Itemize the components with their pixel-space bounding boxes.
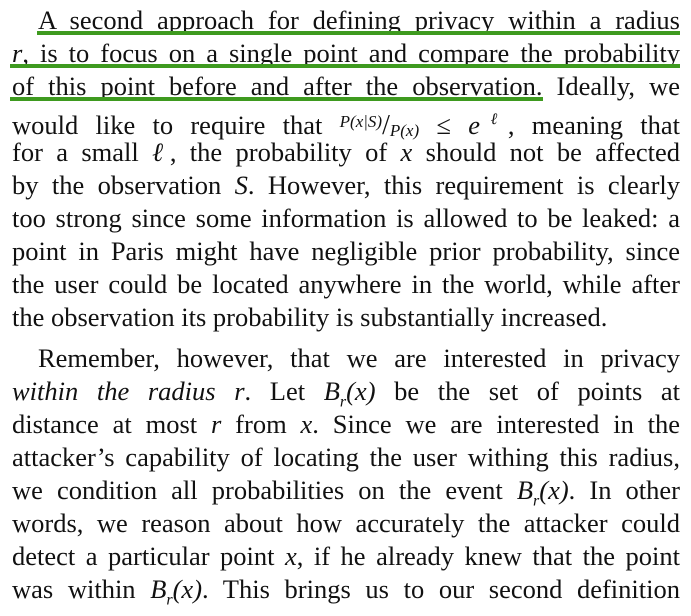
text-span: Remember, however, that we are intereste… xyxy=(38,343,680,373)
text-span: for a small xyxy=(12,137,139,167)
text-span: . Since we are interested in the xyxy=(312,409,681,439)
text-span: point in Paris might have negligible pri… xyxy=(12,236,680,266)
math-var: S xyxy=(234,170,248,200)
paragraph-2: Remember, however, that we are intereste… xyxy=(12,342,681,608)
text-span: . In other xyxy=(568,475,680,505)
text-span: detect a particular point xyxy=(12,541,275,571)
math-sup: ℓ xyxy=(479,111,508,128)
text-span: be the set of points at xyxy=(394,376,680,406)
text-line: too strong since some information is all… xyxy=(12,202,680,235)
text-span: was within xyxy=(12,574,136,604)
text-span: should not be affected xyxy=(425,137,681,167)
text-span: we condition all probabilities on the ev… xyxy=(12,475,503,505)
math-var: B xyxy=(516,475,534,505)
document-page: A second approach for defining privacy w… xyxy=(12,0,681,608)
text-span: by the observation xyxy=(12,170,222,200)
text-line: was within Br(x). This brings us to our … xyxy=(12,573,681,608)
text-span: words, we reason about how accurately th… xyxy=(12,508,680,538)
math-var: B xyxy=(323,376,340,406)
math-var: ℓ xyxy=(152,137,170,167)
text-span: distance at most xyxy=(12,409,198,439)
text-span: the observation its probability is subst… xyxy=(12,302,608,332)
text-span: . Let xyxy=(244,376,306,406)
text-span: attacker’s capability of locating the us… xyxy=(12,442,680,472)
text-line: attacker’s capability of locating the us… xyxy=(12,441,680,474)
text-line: by the observation S. However, this requ… xyxy=(12,169,680,202)
text-line: words, we reason about how accurately th… xyxy=(12,507,680,540)
math-var: (x) xyxy=(346,376,376,406)
text-line: we condition all probabilities on the ev… xyxy=(12,474,680,509)
math-var: (x) xyxy=(539,475,569,505)
text-line: distance at most r from x. Since we are … xyxy=(12,408,680,441)
text-line: within the radius r. Let Br(x) be the se… xyxy=(12,375,680,410)
math-var: (x) xyxy=(172,574,203,604)
text-line: detect a particular point x, if he alrea… xyxy=(12,540,680,573)
math-var: r xyxy=(234,376,245,406)
highlight-underline xyxy=(10,97,543,101)
text-line: would like to require that P(x|S)/P(x) ≤… xyxy=(12,103,680,141)
highlight-underline xyxy=(10,64,680,68)
text-span: from xyxy=(235,409,287,439)
math-var: x xyxy=(300,409,313,439)
text-span: the user could be located anywhere in th… xyxy=(12,269,680,299)
math-var: r xyxy=(211,409,222,439)
text-line: point in Paris might have negligible pri… xyxy=(12,235,680,268)
text-span: . This brings us to our second definitio… xyxy=(202,574,681,604)
text-span: too strong since some information is all… xyxy=(12,203,680,233)
emphasis-text: within the radius xyxy=(12,376,216,406)
math-numerator: P(x|S) xyxy=(339,111,383,131)
text-line: Remember, however, that we are intereste… xyxy=(12,342,680,375)
highlight-underline xyxy=(37,31,680,35)
text-line: for a small ℓ, the probability of x shou… xyxy=(12,136,680,169)
math-var: x xyxy=(285,541,297,571)
paragraph-1: A second approach for defining privacy w… xyxy=(12,4,680,334)
text-span: , the probability of xyxy=(169,137,388,167)
math-var: x xyxy=(400,137,413,167)
text-line: the user could be located anywhere in th… xyxy=(12,268,680,301)
math-var: B xyxy=(150,574,167,604)
text-span: , if he already knew that the point xyxy=(296,541,680,571)
text-line: the observation its probability is subst… xyxy=(12,301,680,334)
text-span: . However, this requirement is clearly xyxy=(247,170,681,200)
